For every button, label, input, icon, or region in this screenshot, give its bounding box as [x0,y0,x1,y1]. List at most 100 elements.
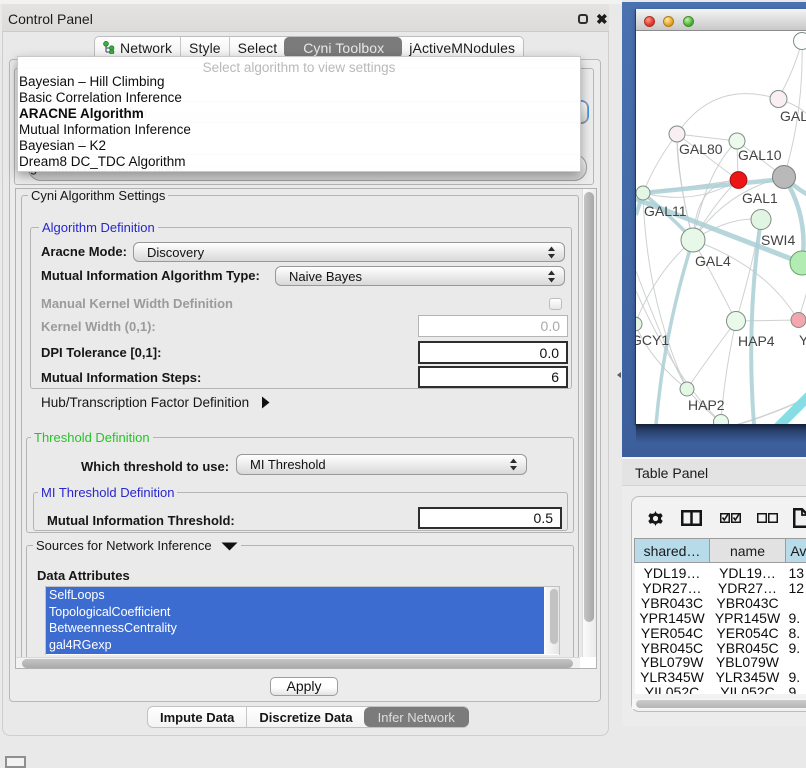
close-window-icon[interactable]: ✖ [596,11,608,28]
bottom-tab-discretize-data[interactable]: Discretize Data [246,707,364,727]
network-node-label: SWI4 [761,232,795,248]
network-window-titlebar [636,9,806,31]
network-node[interactable] [794,33,806,50]
table-row[interactable]: YLR345WYLR345W9. [635,670,806,685]
dropdown-item[interactable]: Mutual Information Inference [18,122,580,138]
manual-kernel-width-checkbox[interactable] [549,298,562,310]
dropdown-item[interactable]: Basic Correlation Inference [18,90,580,106]
hub-definition-toggle[interactable]: Hub/Transcription Factor Definition [41,395,270,410]
table-row[interactable]: YBR043CYBR043C [635,596,806,611]
split-pane-collapse-icon[interactable] [617,372,621,378]
dropdown-placeholder: Select algorithm to view settings [18,57,580,74]
bottom-tab-bar: Impute DataDiscretize DataInfer Network [147,706,469,728]
tab-network[interactable]: Network [95,37,180,58]
table-cell: 9. [786,641,806,656]
network-edge[interactable] [636,240,693,324]
unchecked-pair-icon[interactable] [757,513,778,523]
bottom-tab-infer-network[interactable]: Infer Network [364,707,469,727]
network-node-gal11[interactable] [636,186,650,200]
attributes-list-scrollbar[interactable] [550,589,558,644]
table-row[interactable]: YBR045CYBR045C9. [635,641,806,656]
which-threshold-combobox[interactable]: MI Threshold [236,454,527,475]
apply-button[interactable]: Apply [270,677,338,696]
sources-toggle[interactable]: Sources for Network Inference [33,538,241,553]
kernel-width-field[interactable]: 0.0 [418,315,568,337]
table-row[interactable]: YIL052CYIL052C9. [635,685,806,694]
table-row[interactable]: YDL19…YDL19…13 [635,563,806,581]
network-node[interactable] [790,251,806,275]
network-node-label: GAL10 [738,147,782,163]
table-horizontal-scrollbar-thumb[interactable] [636,700,806,708]
network-node-y[interactable] [791,313,806,328]
network-edge[interactable] [687,321,736,389]
mi-algorithm-type-combobox[interactable]: Naive Bayes [275,266,565,286]
network-window-shadow [636,424,806,446]
split-columns-icon[interactable] [681,510,702,526]
dropdown-item[interactable]: Bayesian – Hill Climbing [18,74,580,90]
network-node-swi4[interactable] [751,210,771,230]
tab-jactivemnodules[interactable]: jActiveMNodules [401,37,523,58]
dropdown-item[interactable]: Dream8 DC_TDC Algorithm [18,154,580,170]
data-attributes-list[interactable]: SelfLoopsTopologicalCoefficientBetweenne… [45,586,560,655]
attribute-item[interactable]: TopologicalCoefficient [46,604,544,621]
close-traffic-light-icon[interactable] [644,16,655,27]
network-node-gal1[interactable] [730,172,747,189]
settings-vertical-scrollbar-thumb[interactable] [584,192,594,622]
network-canvas[interactable]: GALGAL80GAL10GAL1GAL11SWI4GAL4GCY1HAP4YH… [636,31,806,424]
mi-threshold-field[interactable]: 0.5 [418,507,562,529]
column-header[interactable]: name [710,539,786,563]
network-graph[interactable]: GALGAL80GAL10GAL1GAL11SWI4GAL4GCY1HAP4YH… [636,31,806,424]
network-edge[interactable] [778,41,802,99]
network-edge[interactable] [693,240,798,320]
checked-pair-icon[interactable] [720,513,741,523]
attribute-item[interactable]: SelfLoops [46,587,544,604]
settings-horizontal-scrollbar-thumb[interactable] [22,659,573,668]
mi-threshold-definition-title: MI Threshold Definition [38,485,177,500]
algorithm-dropdown-popup: Select algorithm to view settings Bayesi… [17,56,581,172]
table-row[interactable]: YBL079WYBL079W [635,655,806,670]
network-node-gal[interactable] [770,91,787,108]
network-node-gcy1[interactable] [636,317,642,331]
dpi-tolerance-label: DPI Tolerance [0,1]: [41,345,161,360]
network-edge-thick[interactable] [751,220,761,425]
tab-cyni-toolbox[interactable]: Cyni Toolbox [284,37,402,58]
table-panel-title: Table Panel [635,465,708,481]
dropdown-item[interactable]: Bayesian – K2 [18,138,580,154]
manual-kernel-width-label: Manual Kernel Width Definition [41,296,233,311]
table-row[interactable]: YER054CYER054C8. [635,626,806,641]
tab-label: Style [189,40,221,56]
tab-select[interactable]: Select [229,37,286,58]
network-edge[interactable] [677,134,737,141]
mi-algorithm-type-label: Mutual Information Algorithm Type: [41,268,260,283]
network-node[interactable] [714,415,729,425]
table-cell: YPR145W [635,611,710,626]
dropdown-item[interactable]: ARACNE Algorithm [18,106,580,122]
network-node-gal4[interactable] [681,228,705,252]
table-row[interactable]: YPR145WYPR145W9. [635,611,806,626]
network-node-hap2[interactable] [680,382,694,396]
network-node-hap4[interactable] [727,312,746,331]
zoom-traffic-light-icon[interactable] [683,16,694,27]
dpi-tolerance-field[interactable]: 0.0 [418,341,568,364]
table-cell: YBR045C [710,641,786,656]
column-header[interactable]: Avera… [786,539,806,563]
attribute-item[interactable]: BetweennessCentrality [46,620,544,637]
bottom-tab-impute-data[interactable]: Impute Data [148,707,246,727]
new-table-icon[interactable] [793,508,806,528]
column-header[interactable]: shared… [635,539,710,563]
table-row[interactable]: YDR27…YDR27…12 [635,581,806,596]
toolbar-button-partial[interactable] [5,756,26,768]
tab-style[interactable]: Style [180,37,229,58]
gear-icon[interactable] [647,510,664,527]
network-node[interactable] [773,166,796,189]
aracne-mode-combobox[interactable]: Discovery [133,242,565,262]
float-window-icon[interactable] [578,14,588,24]
mi-steps-field[interactable]: 6 [418,366,568,388]
network-edge[interactable] [677,94,779,134]
network-node-label: GAL1 [742,190,778,206]
network-edge[interactable] [643,134,677,193]
attribute-item[interactable]: gal4RGexp [46,637,544,654]
minimize-traffic-light-icon[interactable] [663,16,674,27]
sources-title: Sources for Network Inference [36,538,212,553]
network-node-gal80[interactable] [669,126,685,142]
